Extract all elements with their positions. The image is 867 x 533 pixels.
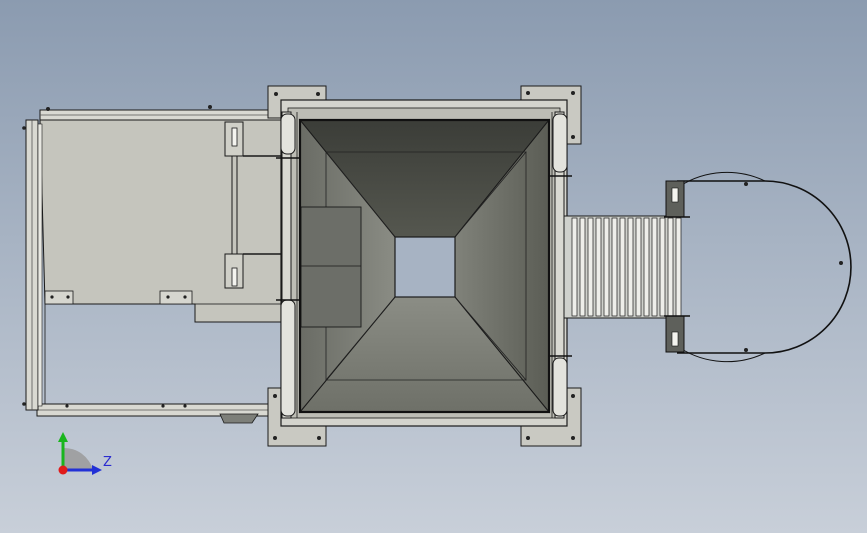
axis-triad[interactable] <box>58 432 102 475</box>
conveyor-slat <box>659 217 666 317</box>
conveyor-slat <box>619 217 626 317</box>
conveyor-slat <box>579 217 586 317</box>
drum-outline[interactable] <box>677 180 852 354</box>
roller[interactable] <box>552 113 568 173</box>
conveyor-slat <box>611 217 618 317</box>
cad-model[interactable] <box>0 0 867 533</box>
conveyor-slat <box>627 217 634 317</box>
x-axis-dot <box>58 465 68 475</box>
hopper-housing[interactable] <box>276 99 572 427</box>
conveyor-section[interactable] <box>563 215 682 319</box>
triad-plane <box>63 447 93 470</box>
outlet-opening <box>394 236 456 298</box>
conveyor-slat <box>667 217 674 317</box>
graphics-viewport[interactable]: Z <box>0 0 867 533</box>
conveyor-slat <box>635 217 642 317</box>
conveyor-slat <box>643 217 650 317</box>
conveyor-slat <box>651 217 658 317</box>
side-plate <box>300 206 362 328</box>
mounting-tab <box>159 290 193 305</box>
conveyor-slat <box>675 217 682 317</box>
conveyor-slat <box>571 217 578 317</box>
round-duct[interactable] <box>664 171 852 363</box>
conveyor-slat <box>587 217 594 317</box>
roller[interactable] <box>552 357 568 417</box>
left-frame[interactable] <box>22 105 290 424</box>
conveyor-slat <box>603 217 610 317</box>
roller[interactable] <box>280 113 296 155</box>
roller[interactable] <box>280 299 296 417</box>
conveyor-slat <box>595 217 602 317</box>
z-axis-label: Z <box>103 455 112 470</box>
